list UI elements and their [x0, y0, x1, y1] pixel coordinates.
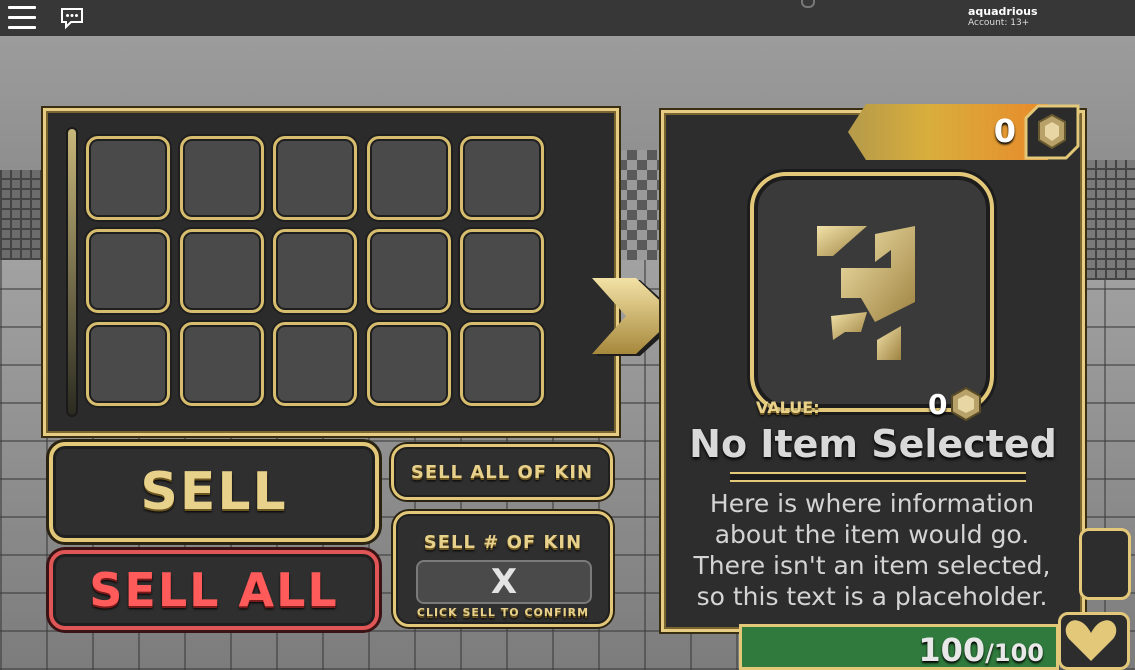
health-max: /100 — [985, 639, 1044, 667]
wall-right — [1085, 160, 1135, 280]
sell-button[interactable]: SELL — [49, 442, 379, 542]
coin-icon — [951, 386, 981, 422]
sell-all-button-label: SELL ALL — [89, 563, 339, 617]
inventory-slot[interactable] — [179, 136, 264, 220]
sell-all-of-kin-label: SELL ALL OF KIN — [410, 461, 594, 483]
currency-amount: 0 — [993, 112, 1016, 150]
inventory-slot[interactable] — [460, 322, 544, 406]
health-bar: 100/100 — [739, 624, 1059, 670]
quantity-input[interactable] — [416, 560, 592, 604]
title-divider — [730, 472, 1026, 482]
health-current: 100 — [918, 631, 986, 669]
inventory-slot[interactable] — [273, 229, 357, 313]
sell-all-of-kin-button[interactable]: SELL ALL OF KIN — [391, 444, 613, 500]
sell-number-hint: CLICK SELL TO CONFIRM — [416, 606, 590, 619]
inventory-scrollbar[interactable] — [66, 127, 78, 417]
inventory-slot[interactable] — [273, 322, 357, 406]
username: aquadrious — [968, 5, 1038, 18]
sell-button-label: SELL — [140, 462, 288, 522]
indicator-icon — [801, 0, 815, 8]
scroll-thumb[interactable] — [68, 129, 76, 415]
item-rune-icon — [817, 226, 915, 360]
sell-number-title: SELL # OF KIN — [423, 532, 583, 553]
coin-icon — [1024, 104, 1080, 160]
value-label: VALUE: — [756, 398, 820, 417]
account-label: Account: 13+ — [968, 18, 1030, 28]
currency-display: 0 — [848, 104, 1082, 160]
inventory-slot[interactable] — [86, 322, 170, 406]
inventory-slot[interactable] — [273, 136, 357, 220]
inventory-slot[interactable] — [179, 322, 264, 406]
item-title: No Item Selected — [689, 422, 1057, 466]
item-description: Here is where information about the item… — [693, 489, 1051, 611]
heart-icon — [1065, 620, 1117, 661]
inventory-slot[interactable] — [86, 136, 170, 220]
chat-icon[interactable] — [60, 6, 84, 30]
value-amount: 0 — [928, 388, 948, 421]
currency-bar — [848, 104, 1048, 160]
health-text: 100/100 — [918, 631, 1044, 669]
sell-all-button[interactable]: SELL ALL — [49, 550, 379, 630]
inventory-slot[interactable] — [460, 229, 544, 313]
top-bar: aquadrious Account: 13+ — [0, 0, 1135, 36]
menu-icon[interactable] — [8, 6, 36, 29]
heart-container — [1058, 612, 1130, 670]
sell-number-of-kin-box: SELL # OF KIN CLICK SELL TO CONFIRM — [393, 511, 613, 627]
inventory-slot[interactable] — [366, 229, 451, 313]
inventory-slot[interactable] — [366, 136, 451, 220]
inventory-panel — [43, 108, 619, 436]
inventory-slot[interactable] — [460, 136, 544, 220]
wall-checker — [617, 150, 665, 260]
inventory-slot[interactable] — [179, 229, 264, 313]
inventory-slot[interactable] — [366, 322, 451, 406]
side-slot — [1079, 528, 1131, 600]
inventory-slot[interactable] — [86, 229, 170, 313]
